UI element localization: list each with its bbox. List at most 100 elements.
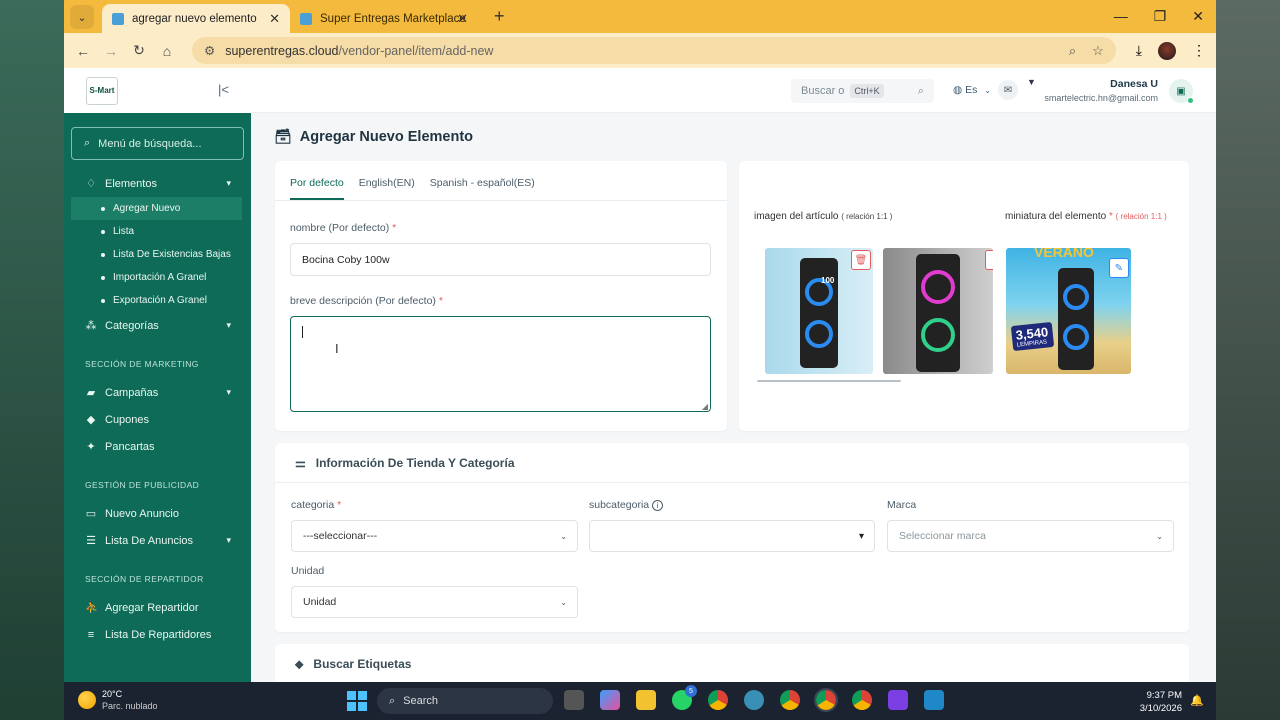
price-tag: 3,540 LEMPIRAS: [1010, 321, 1054, 352]
tab-spanish[interactable]: Spanish - español(ES): [430, 177, 535, 200]
sidebar-item-label: Nuevo Anuncio: [105, 507, 179, 520]
language-selector[interactable]: ◍ Es ⌄: [953, 84, 991, 96]
zoom-icon[interactable]: ⌕: [1069, 43, 1076, 59]
page-title-text: Agregar Nuevo Elemento: [299, 128, 474, 145]
sidebar-item-lista-anuncios[interactable]: ☰ Lista De Anuncios ▾: [64, 527, 251, 554]
whatsapp-icon[interactable]: 5: [672, 685, 697, 710]
bookmark-star-icon[interactable]: ☆: [1092, 43, 1104, 59]
unidad-select[interactable]: Unidad ⌄: [291, 586, 578, 618]
messages-icon[interactable]: ✉: [998, 80, 1018, 100]
download-icon[interactable]: ⤓: [1136, 42, 1142, 59]
filter-list-icon: ≡: [87, 628, 95, 641]
sidebar-item-label: Lista De Repartidores: [105, 628, 212, 641]
sidebar-subitem-existencias-bajas[interactable]: Lista De Existencias Bajas: [64, 243, 251, 266]
sidebar-subitem-importacion[interactable]: Importación A Granel: [64, 266, 251, 289]
global-search-input[interactable]: Buscar o Ctrl+K ⌕: [791, 79, 934, 103]
delete-image-button[interactable]: [985, 250, 993, 270]
user-email: smartelectric.hn@gmail.com: [1044, 93, 1158, 103]
minimize-icon[interactable]: —: [1114, 8, 1128, 25]
edit-thumbnail-button[interactable]: ✎: [1109, 258, 1129, 278]
sidebar-item-campanas[interactable]: ▰ Campañas ▾: [64, 379, 251, 406]
marca-select[interactable]: Seleccionar marca ⌄: [887, 520, 1174, 552]
profile-avatar[interactable]: [1158, 41, 1176, 60]
ad-icon: ▭: [85, 508, 97, 520]
sidebar-item-categorias[interactable]: ⁂ Categorías ▾: [64, 312, 251, 339]
tab-default[interactable]: Por defecto: [290, 177, 344, 200]
resize-handle-icon[interactable]: ◢: [702, 402, 708, 411]
system-clock[interactable]: 9:37 PM 3/10/2026: [1140, 689, 1182, 715]
url-input[interactable]: ⚙ superentregas.cloud/vendor-panel/item/…: [192, 37, 1116, 64]
speaker-ring: [1063, 284, 1089, 310]
description-label-text: breve descripción (Por defecto): [290, 295, 436, 307]
item-image-1[interactable]: 100 🗑: [765, 248, 873, 374]
new-tab-button[interactable]: +: [494, 6, 505, 27]
sidebar-subitem-lista[interactable]: Lista: [64, 220, 251, 243]
chrome-active-icon[interactable]: [814, 688, 838, 712]
user-info[interactable]: Danesa U smartelectric.hn@gmail.com: [1044, 78, 1158, 103]
sidebar-item-cupones[interactable]: ◆ Cupones: [64, 406, 251, 433]
sidebar-item-agregar-repartidor[interactable]: ⛹ Agregar Repartidor: [64, 594, 251, 621]
caret-down-icon[interactable]: ▼: [1027, 77, 1036, 87]
file-explorer-icon[interactable]: [636, 690, 656, 710]
user-avatar[interactable]: ▣: [1169, 79, 1194, 104]
settings-sliders-icon: ⚌: [295, 455, 306, 470]
search-tags-header: ⬥ Buscar Etiquetas: [275, 644, 1189, 682]
image-scrollbar[interactable]: [757, 380, 901, 382]
weather-widget[interactable]: 20°C Parc. nublado: [78, 688, 158, 712]
box-icon: [112, 12, 124, 25]
close-icon[interactable]: ✕: [457, 11, 468, 27]
sidebar-item-nuevo-anuncio[interactable]: ▭ Nuevo Anuncio: [64, 500, 251, 527]
task-view-icon[interactable]: [564, 690, 584, 710]
close-window-icon[interactable]: ✕: [1192, 8, 1204, 25]
subcategoria-select[interactable]: ▾: [589, 520, 875, 552]
logo[interactable]: S-Mart: [86, 76, 118, 105]
delete-image-button[interactable]: 🗑: [851, 250, 871, 270]
taskbar-search[interactable]: ⌕ Search: [377, 688, 553, 714]
sidebar-item-pancartas[interactable]: ✦ Pancartas: [64, 433, 251, 460]
close-icon[interactable]: ✕: [269, 11, 280, 27]
sidebar-item-elementos[interactable]: ♢ Elementos ▾: [64, 170, 251, 197]
site-info-icon[interactable]: ⚙: [204, 43, 215, 58]
video-editor-icon[interactable]: [888, 690, 908, 710]
chrome-profile-icon[interactable]: [780, 690, 800, 710]
screen-app-icon[interactable]: [924, 690, 944, 710]
home-icon[interactable]: ⌂: [158, 43, 176, 59]
name-label: nombre (Por defecto) *: [290, 222, 396, 234]
name-input[interactable]: Bocina Coby 100w: [290, 243, 711, 276]
categoria-select[interactable]: ---seleccionar--- ⌄: [291, 520, 578, 552]
clock-date: 3/10/2026: [1139, 703, 1182, 714]
description-textarea[interactable]: I ◢: [290, 316, 711, 412]
sidebar-item-label: Cupones: [105, 413, 150, 426]
chrome-icon[interactable]: [708, 690, 728, 710]
sidebar-search-input[interactable]: ⌕ Menú de búsqueda...: [71, 127, 244, 160]
browser-tab-active[interactable]: agregar nuevo elemento ✕: [102, 4, 290, 33]
reload-icon[interactable]: ↻: [130, 42, 148, 59]
globe-app-icon[interactable]: [744, 690, 764, 710]
tab-search-button[interactable]: ⌄: [70, 5, 94, 29]
thumbnail-image[interactable]: VERANO 3,540 LEMPIRAS ✎: [1006, 248, 1131, 374]
tab-english[interactable]: English(EN): [359, 177, 415, 200]
user-icon: ▣: [1176, 85, 1186, 97]
copilot-icon[interactable]: [600, 690, 620, 710]
window-controls: — ❐ ✕: [1114, 8, 1204, 25]
windows-start-icon[interactable]: [347, 691, 367, 711]
item-image-2[interactable]: [883, 248, 993, 374]
restore-icon[interactable]: ❐: [1154, 8, 1167, 25]
forward-icon[interactable]: →: [102, 43, 120, 59]
chevron-down-icon: ▾: [858, 530, 864, 542]
chrome-alt-icon[interactable]: [852, 690, 872, 710]
sidebar-item-lista-repartidores[interactable]: ≡ Lista De Repartidores: [64, 621, 251, 648]
info-icon[interactable]: i: [652, 500, 664, 511]
required-mark: *: [337, 499, 342, 511]
speaker-image: [800, 258, 838, 368]
browser-tab[interactable]: Super Entregas Marketplace ✕: [290, 4, 478, 33]
browser-menu-icon[interactable]: ⋮: [1192, 42, 1206, 59]
sidebar-subitem-exportacion[interactable]: Exportación A Granel: [64, 289, 251, 312]
chevron-down-icon: ▾: [226, 178, 231, 188]
chevron-down-icon: ▾: [226, 387, 231, 397]
notification-bell-icon[interactable]: 🔔: [1190, 694, 1204, 707]
sidebar-subitem-agregar-nuevo[interactable]: Agregar Nuevo: [71, 197, 242, 220]
back-icon[interactable]: ←: [74, 43, 92, 59]
sidebar-item-label: Lista De Anuncios: [105, 534, 194, 547]
collapse-sidebar-icon[interactable]: |<: [218, 82, 229, 97]
